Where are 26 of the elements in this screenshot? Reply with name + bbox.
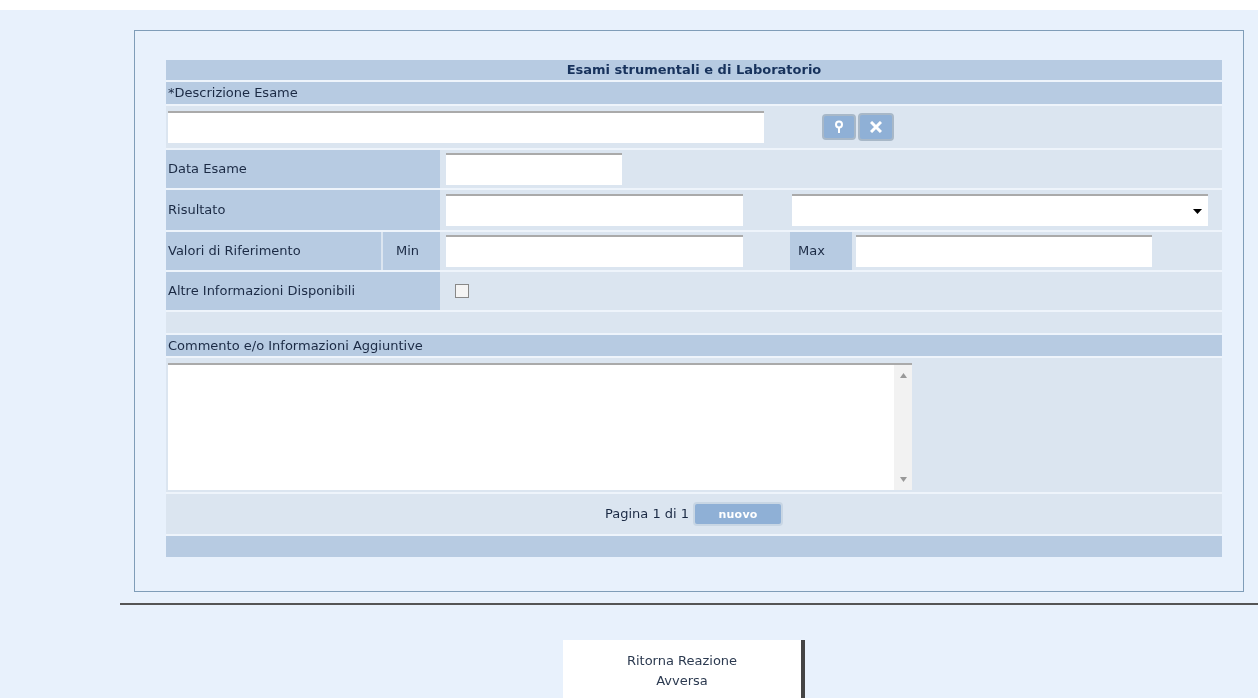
- form-title: Esami strumentali e di Laboratorio: [566, 61, 822, 80]
- search-icon: [833, 120, 845, 134]
- result-dropdown[interactable]: [792, 194, 1208, 226]
- scroll-up-icon[interactable]: [899, 373, 907, 378]
- min-field[interactable]: [446, 235, 743, 267]
- date-field[interactable]: [446, 153, 622, 185]
- field-label: Data Esame: [166, 150, 440, 188]
- clear-button[interactable]: [858, 113, 894, 141]
- pagination-text: Pagina 1 di 1: [604, 505, 690, 524]
- scroll-down-icon[interactable]: [899, 477, 907, 482]
- description-field[interactable]: [168, 111, 764, 143]
- field-label: Max: [790, 232, 852, 270]
- field-label: Valori di Riferimento: [166, 232, 381, 270]
- result-field[interactable]: [446, 194, 743, 226]
- field-label: Risultato: [166, 190, 440, 230]
- max-field[interactable]: [856, 235, 1152, 267]
- field-label: Altre Informazioni Disponibili: [166, 272, 440, 310]
- dropdown-arrow-icon: [1193, 208, 1202, 214]
- search-button[interactable]: [822, 114, 856, 140]
- return-button[interactable]: Ritorna Reazione Avversa: [563, 640, 805, 698]
- field-label: *Descrizione Esame: [167, 84, 299, 103]
- field-label: Commento e/o Informazioni Aggiuntive: [167, 336, 424, 355]
- scrollbar[interactable]: [894, 365, 912, 490]
- checkbox[interactable]: [455, 284, 469, 298]
- close-icon: [870, 121, 882, 133]
- field-label: Min: [383, 232, 440, 270]
